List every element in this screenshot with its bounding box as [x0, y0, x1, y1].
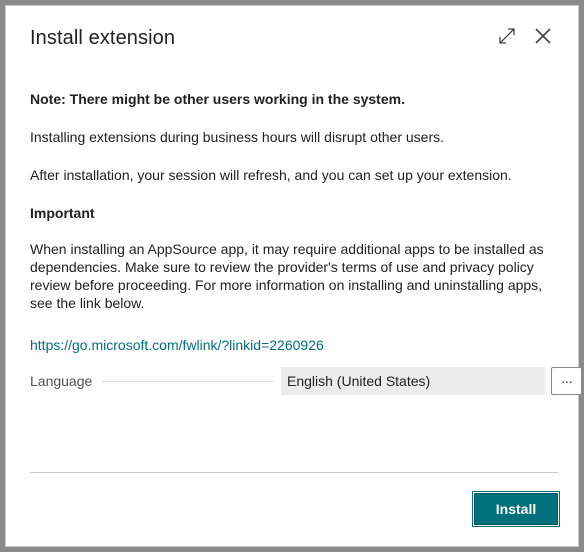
paragraph-disrupt: Installing extensions during business ho… — [30, 129, 444, 145]
install-button[interactable]: Install — [472, 491, 560, 527]
paragraph-refresh: After installation, your session will re… — [30, 167, 512, 183]
language-row: Language English (United States) ··· — [30, 367, 582, 395]
important-heading: Important — [30, 205, 95, 221]
language-label: Language — [30, 373, 93, 389]
dialog-title: Install extension — [30, 27, 176, 49]
header-actions — [496, 24, 554, 48]
footer-divider — [30, 472, 558, 473]
language-field[interactable]: English (United States) — [281, 367, 545, 395]
expand-icon[interactable] — [496, 24, 518, 48]
note-text: Note: There might be other users working… — [30, 91, 405, 107]
close-icon[interactable] — [532, 24, 554, 48]
more-icon: ··· — [561, 373, 573, 389]
install-extension-dialog: Install extension Note: There might be o… — [5, 5, 582, 547]
language-dotted-leader — [102, 381, 274, 382]
dialog-header: Install extension — [30, 24, 554, 56]
language-lookup-button[interactable]: ··· — [551, 367, 582, 395]
paragraph-appsource: When installing an AppSource app, it may… — [30, 241, 544, 311]
info-link[interactable]: https://go.microsoft.com/fwlink/?linkid=… — [30, 336, 556, 354]
